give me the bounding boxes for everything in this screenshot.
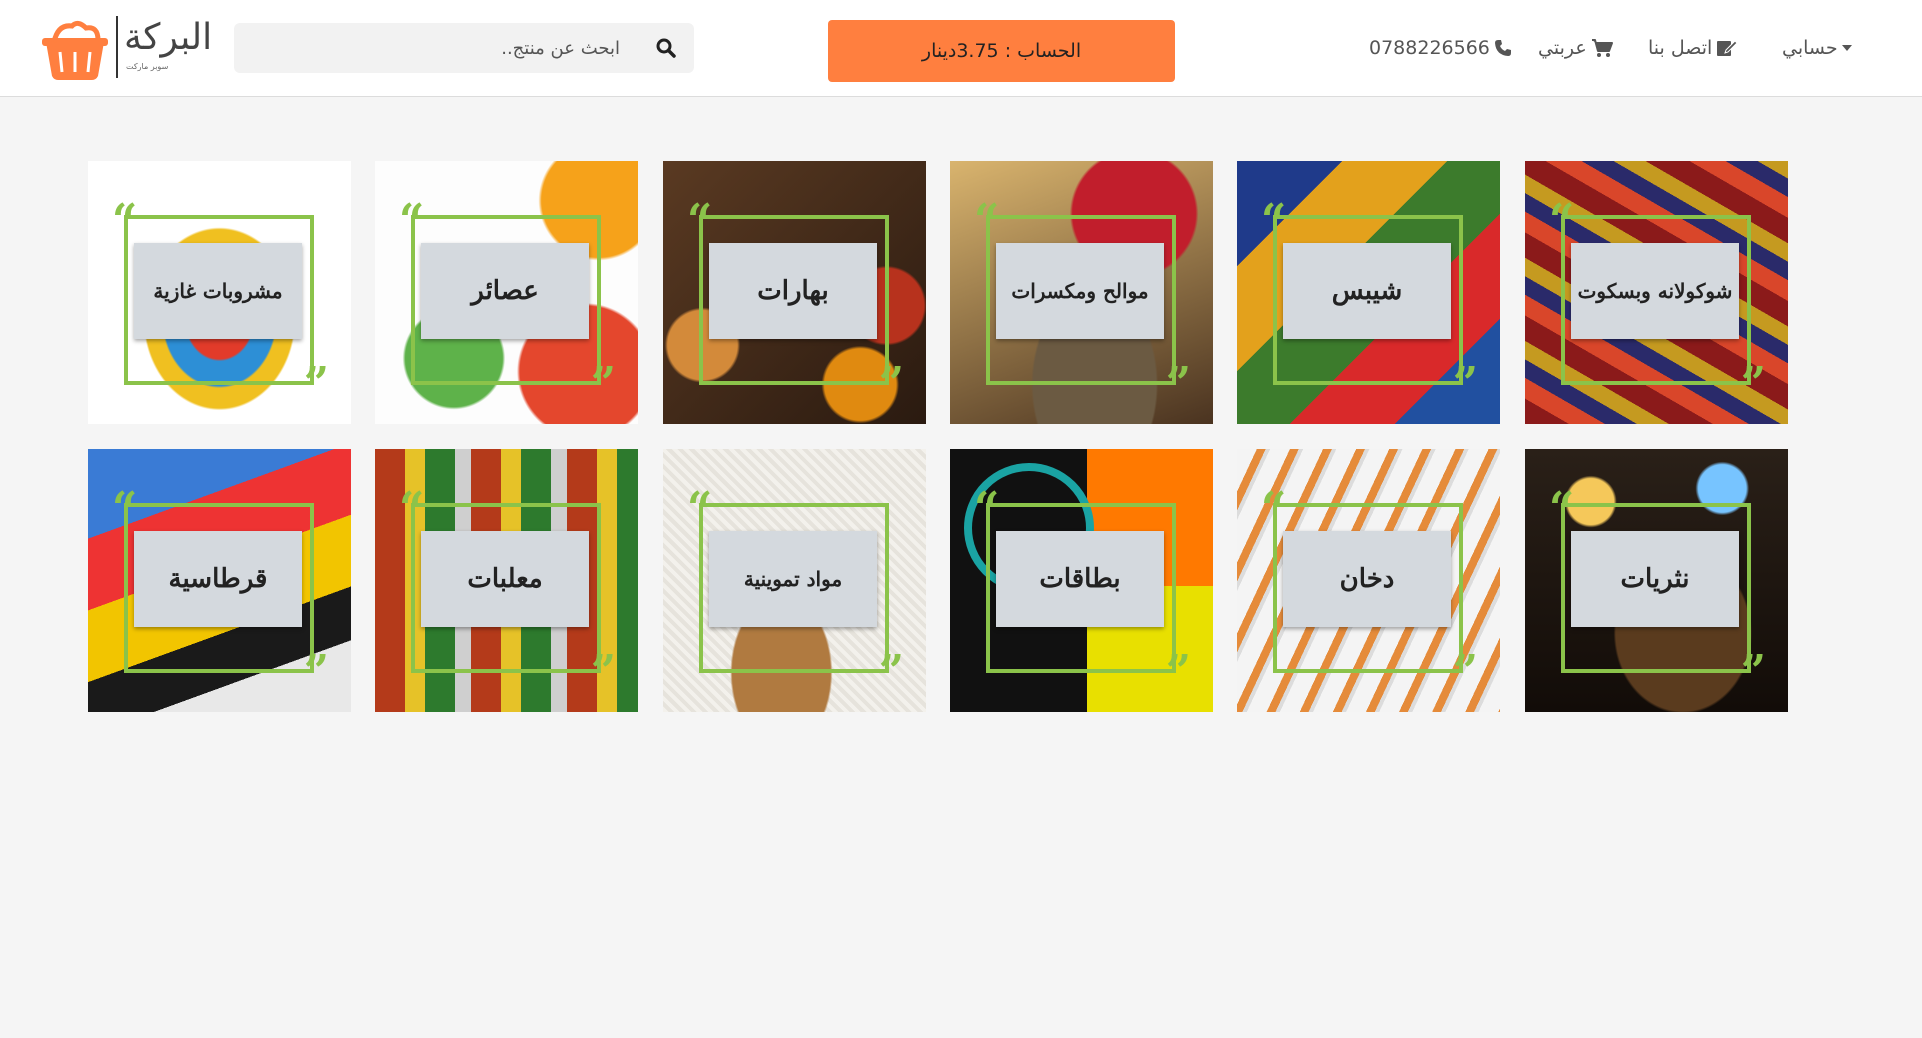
category-grid: “ ” شوكولانه وبسكوت “ ” شيبس “ ” موالح و… bbox=[88, 161, 1790, 712]
quote-icon: “ bbox=[1549, 483, 1575, 534]
quote-icon: ” bbox=[1452, 358, 1478, 409]
brand-logo[interactable]: البركة سوبر ماركت bbox=[38, 14, 214, 80]
quote-icon: ” bbox=[1740, 358, 1766, 409]
contact-link[interactable]: اتصل بنا bbox=[1648, 37, 1758, 59]
quote-icon: “ bbox=[112, 483, 138, 534]
quote-icon: ” bbox=[590, 646, 616, 697]
category-label: شيبس bbox=[1283, 243, 1451, 339]
quote-icon: ” bbox=[1165, 358, 1191, 409]
quote-icon: “ bbox=[974, 483, 1000, 534]
quote-icon: ” bbox=[1740, 646, 1766, 697]
quote-icon: ” bbox=[303, 358, 329, 409]
category-tile-soft-drinks[interactable]: “ ” مشروبات غازية bbox=[88, 161, 351, 424]
quote-icon: “ bbox=[687, 195, 713, 246]
search-button[interactable] bbox=[638, 23, 694, 73]
quote-icon: “ bbox=[1261, 195, 1287, 246]
edit-icon bbox=[1717, 40, 1739, 56]
category-label: عصائر bbox=[421, 243, 589, 339]
category-label: مواد تموينية bbox=[709, 531, 877, 627]
account-dropdown[interactable]: حسابي bbox=[1782, 37, 1862, 59]
account-balance: الحساب : 3.75دينار bbox=[828, 20, 1175, 82]
category-tile-cards[interactable]: “ ” بطاقات bbox=[950, 449, 1213, 712]
navbar: البركة سوبر ماركت الحساب : 3.75دينار 078… bbox=[0, 0, 1922, 97]
quote-icon: ” bbox=[590, 358, 616, 409]
quote-icon: “ bbox=[1549, 195, 1575, 246]
account-label: حسابي bbox=[1782, 37, 1838, 59]
search-icon bbox=[656, 38, 676, 58]
quote-icon: “ bbox=[399, 195, 425, 246]
quote-icon: ” bbox=[1165, 646, 1191, 697]
quote-icon: “ bbox=[399, 483, 425, 534]
chevron-down-icon bbox=[1841, 45, 1852, 51]
category-tile-spices[interactable]: “ ” بهارات bbox=[663, 161, 926, 424]
category-tile-groceries[interactable]: “ ” مواد تموينية bbox=[663, 449, 926, 712]
cart-label: عربتي bbox=[1538, 37, 1587, 59]
cart-link[interactable]: عربتي bbox=[1538, 37, 1618, 59]
basket-icon bbox=[42, 20, 108, 80]
category-label: شوكولانه وبسكوت bbox=[1571, 243, 1739, 339]
quote-icon: ” bbox=[1452, 646, 1478, 697]
phone-number: 0788226566 bbox=[1369, 37, 1490, 59]
quote-icon: ” bbox=[303, 646, 329, 697]
category-tile-misc[interactable]: “ ” نثريات bbox=[1525, 449, 1788, 712]
search-input[interactable] bbox=[234, 23, 634, 73]
category-label: معلبات bbox=[421, 531, 589, 627]
brand-subtitle: سوبر ماركت bbox=[126, 62, 169, 71]
quote-icon: ” bbox=[878, 358, 904, 409]
contact-label: اتصل بنا bbox=[1648, 37, 1713, 59]
category-label: دخان bbox=[1283, 531, 1451, 627]
category-tile-stationery[interactable]: “ ” قرطاسية bbox=[88, 449, 351, 712]
category-tile-chips[interactable]: “ ” شيبس bbox=[1237, 161, 1500, 424]
cart-icon bbox=[1591, 39, 1613, 57]
category-tile-chocolate[interactable]: “ ” شوكولانه وبسكوت bbox=[1525, 161, 1788, 424]
quote-icon: “ bbox=[112, 195, 138, 246]
category-tile-canned[interactable]: “ ” معلبات bbox=[375, 449, 638, 712]
category-label: بطاقات bbox=[996, 531, 1164, 627]
category-label: قرطاسية bbox=[134, 531, 302, 627]
category-tile-juices[interactable]: “ ” عصائر bbox=[375, 161, 638, 424]
category-label: موالح ومكسرات bbox=[996, 243, 1164, 339]
brand-name: البركة bbox=[124, 17, 213, 58]
category-label: مشروبات غازية bbox=[134, 243, 302, 339]
quote-icon: “ bbox=[974, 195, 1000, 246]
quote-icon: “ bbox=[1261, 483, 1287, 534]
search-box bbox=[234, 23, 694, 73]
category-tile-nuts[interactable]: “ ” موالح ومكسرات bbox=[950, 161, 1213, 424]
category-label: بهارات bbox=[709, 243, 877, 339]
category-tile-cigarettes[interactable]: “ ” دخان bbox=[1237, 449, 1500, 712]
category-label: نثريات bbox=[1571, 531, 1739, 627]
quote-icon: “ bbox=[687, 483, 713, 534]
phone-link[interactable]: 0788226566 bbox=[1369, 37, 1511, 59]
phone-icon bbox=[1494, 40, 1511, 56]
logo-divider bbox=[116, 16, 118, 78]
quote-icon: ” bbox=[878, 646, 904, 697]
